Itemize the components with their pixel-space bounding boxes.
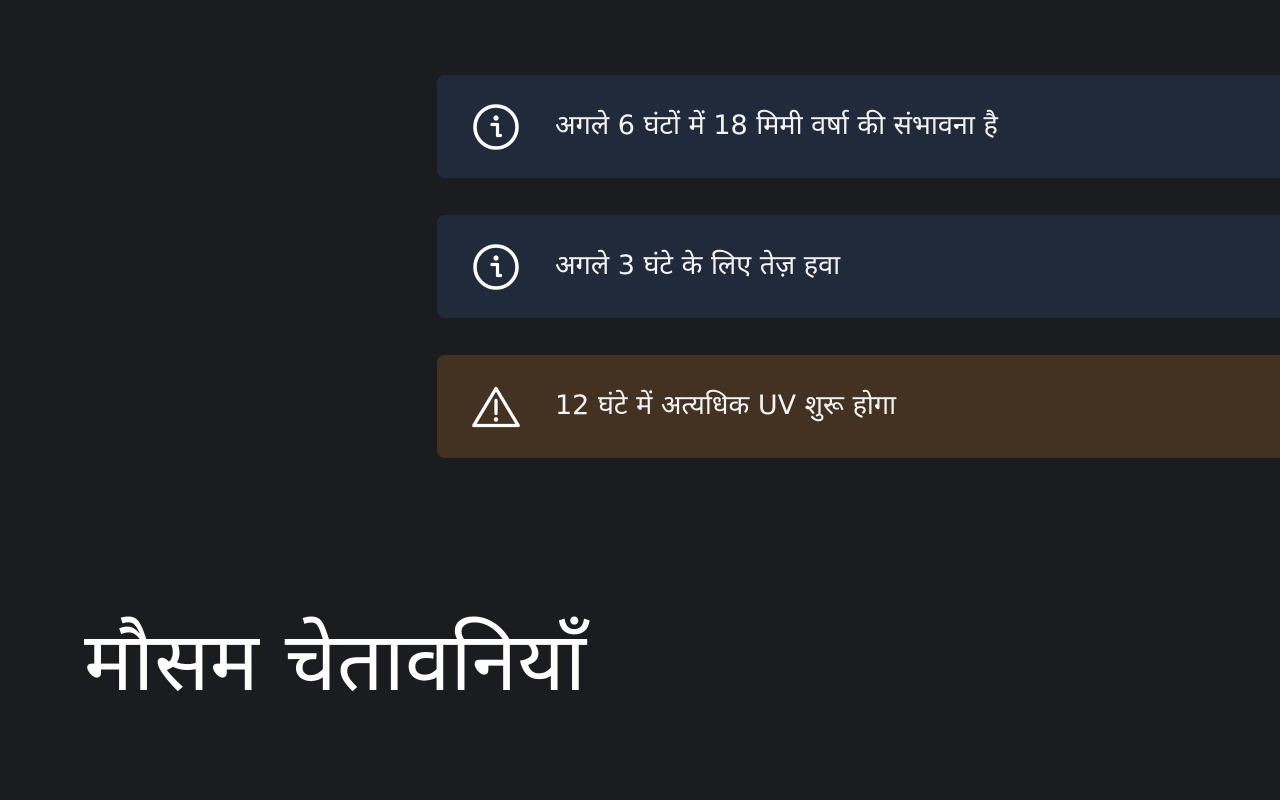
warning-icon (471, 382, 521, 432)
info-icon (471, 242, 521, 292)
alert-message: अगले 3 घंटे के लिए तेज़ हवा (555, 250, 841, 282)
alert-message: 12 घंटे में अत्यधिक UV शुरू होगा (555, 390, 897, 422)
weather-alerts-screen: अगले 6 घंटों में 18 मिमी वर्षा की संभावन… (0, 0, 1280, 800)
alert-card-uv[interactable]: 12 घंटे में अत्यधिक UV शुरू होगा (437, 355, 1280, 458)
alert-card-wind[interactable]: अगले 3 घंटे के लिए तेज़ हवा (437, 215, 1280, 318)
page-title: मौसम चेतावनियाँ (84, 615, 586, 710)
info-icon (471, 102, 521, 152)
alert-list: अगले 6 घंटों में 18 मिमी वर्षा की संभावन… (437, 75, 1280, 495)
alert-card-rain[interactable]: अगले 6 घंटों में 18 मिमी वर्षा की संभावन… (437, 75, 1280, 178)
alert-message: अगले 6 घंटों में 18 मिमी वर्षा की संभावन… (555, 110, 998, 142)
